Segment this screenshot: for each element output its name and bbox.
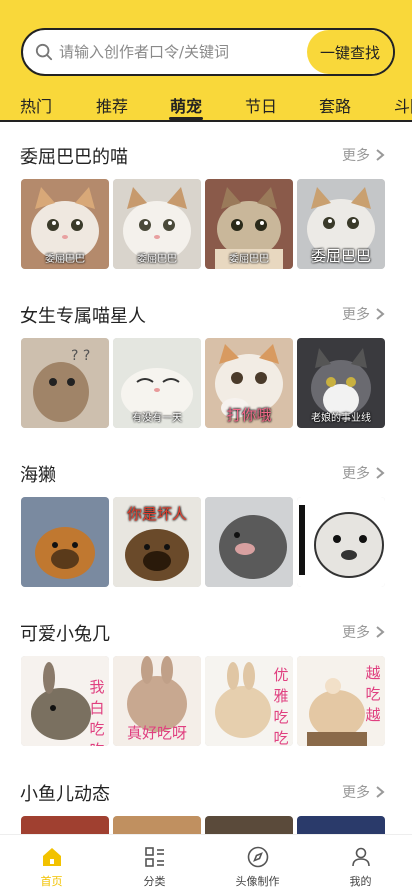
sticker-thumb[interactable]: 老娘的事业线 bbox=[297, 338, 385, 428]
tab-pets[interactable]: 萌宠 bbox=[170, 93, 202, 117]
nav-home[interactable]: 首页 bbox=[0, 835, 103, 894]
sticker-thumb[interactable]: ? ? bbox=[21, 338, 109, 428]
sticker-caption: 真好吃呀 bbox=[126, 724, 187, 742]
sticker-caption: 委屈巴巴 bbox=[45, 254, 85, 265]
more-link[interactable]: 更多 bbox=[342, 463, 386, 483]
search-button[interactable]: 一键查找 bbox=[307, 30, 393, 74]
otter-photo bbox=[205, 497, 293, 587]
category-tabs: 热门 推荐 萌宠 节日 套路 斗图 bbox=[0, 90, 412, 122]
search-box: 一键查找 bbox=[21, 28, 395, 76]
tab-hot[interactable]: 热门 bbox=[20, 93, 52, 117]
home-icon bbox=[42, 848, 61, 866]
sticker-caption: 委屈巴巴 bbox=[229, 254, 269, 265]
nav-label: 分类 bbox=[143, 875, 166, 888]
sticker-caption: 打你哦 bbox=[226, 406, 272, 424]
sticker-photo bbox=[21, 816, 109, 834]
more-label: 更多 bbox=[342, 307, 370, 323]
nav-label: 我的 bbox=[349, 875, 372, 888]
chevron-right-icon bbox=[376, 786, 385, 798]
category-icon bbox=[144, 847, 164, 867]
sticker-thumb[interactable] bbox=[21, 816, 109, 834]
tab-routine[interactable]: 套路 bbox=[319, 93, 351, 117]
sticker-photo bbox=[113, 816, 201, 834]
more-label: 更多 bbox=[342, 785, 370, 801]
otter-photo bbox=[21, 497, 109, 587]
header: 一键查找 热门 推荐 萌宠 节日 套路 斗图 bbox=[0, 0, 412, 122]
sticker-thumb[interactable]: 打你哦 bbox=[205, 338, 293, 428]
sticker-caption: 委屈巴巴 bbox=[310, 247, 371, 265]
section-title: 可爱小兔几 bbox=[20, 624, 110, 645]
sticker-caption: 委屈巴巴 bbox=[137, 254, 177, 265]
section-title: 委屈巴巴的喵 bbox=[20, 147, 128, 168]
sticker-thumb[interactable] bbox=[297, 816, 385, 834]
sticker-caption: 优雅吃吃 bbox=[273, 666, 289, 746]
chevron-right-icon bbox=[376, 467, 385, 479]
sticker-thumb[interactable]: 委屈巴巴 bbox=[113, 179, 201, 269]
more-link[interactable]: 更多 bbox=[342, 782, 386, 802]
nav-avatar-maker[interactable]: 头像制作 bbox=[206, 835, 309, 894]
sticker-photo bbox=[297, 816, 385, 834]
sticker-thumb[interactable]: 越吃越 bbox=[297, 656, 385, 746]
more-label: 更多 bbox=[342, 625, 370, 641]
sticker-thumb[interactable]: 优雅吃吃 bbox=[205, 656, 293, 746]
section-title: 海獭 bbox=[20, 465, 56, 486]
tab-recommend[interactable]: 推荐 bbox=[96, 93, 128, 117]
sticker-thumb[interactable] bbox=[205, 816, 293, 834]
more-label: 更多 bbox=[342, 148, 370, 164]
search-icon bbox=[35, 43, 53, 61]
sticker-thumb[interactable] bbox=[113, 816, 201, 834]
sticker-photo bbox=[205, 816, 293, 834]
sticker-caption: 越吃越 bbox=[365, 664, 381, 724]
tab-festival[interactable]: 节日 bbox=[245, 93, 277, 117]
sticker-thumb[interactable]: 真好吃呀 bbox=[113, 656, 201, 746]
sticker-caption: 老娘的事业线 bbox=[311, 413, 371, 424]
compass-icon bbox=[247, 846, 268, 868]
otter-photo bbox=[297, 497, 385, 587]
sticker-thumb[interactable]: 委屈巴巴 bbox=[205, 179, 293, 269]
more-link[interactable]: 更多 bbox=[342, 304, 386, 324]
chevron-right-icon bbox=[376, 308, 385, 320]
sticker-caption: 有没有一天 bbox=[132, 413, 182, 424]
sticker-thumb[interactable]: 委屈巴巴 bbox=[21, 179, 109, 269]
sticker-thumb[interactable]: 有没有一天 bbox=[113, 338, 201, 428]
svg-text:? ?: ? ? bbox=[71, 348, 90, 364]
user-icon bbox=[351, 847, 370, 867]
nav-profile[interactable]: 我的 bbox=[309, 835, 412, 894]
search-input[interactable] bbox=[59, 30, 299, 74]
sticker-thumb[interactable]: 委屈巴巴 bbox=[297, 179, 385, 269]
content-scroll[interactable]: 委屈巴巴的喵 更多 委屈巴巴 委屈巴巴 委屈巴巴 委屈巴巴 女生专属喵星人 更多… bbox=[0, 122, 412, 834]
cat-photo: ? ? bbox=[21, 338, 109, 428]
sticker-thumb[interactable] bbox=[205, 497, 293, 587]
more-link[interactable]: 更多 bbox=[342, 622, 386, 642]
sticker-caption: 我白吃吃 bbox=[89, 678, 105, 746]
section-title: 女生专属喵星人 bbox=[20, 306, 146, 327]
section-title: 小鱼儿动态 bbox=[20, 784, 110, 805]
nav-category[interactable]: 分类 bbox=[103, 835, 206, 894]
nav-label: 头像制作 bbox=[235, 875, 280, 888]
more-link[interactable]: 更多 bbox=[342, 145, 386, 165]
chevron-right-icon bbox=[376, 149, 385, 161]
sticker-thumb[interactable] bbox=[21, 497, 109, 587]
nav-label: 首页 bbox=[40, 875, 63, 888]
more-label: 更多 bbox=[342, 466, 370, 482]
sticker-thumb[interactable]: 我白吃吃 bbox=[21, 656, 109, 746]
sticker-caption: 你是坏人 bbox=[126, 505, 187, 523]
chevron-right-icon bbox=[376, 626, 385, 638]
sticker-thumb[interactable] bbox=[297, 497, 385, 587]
bottom-nav: 首页 分类 头像制作 我的 bbox=[0, 834, 412, 894]
tab-meme[interactable]: 斗图 bbox=[394, 93, 412, 117]
sticker-thumb[interactable]: 你是坏人 bbox=[113, 497, 201, 587]
